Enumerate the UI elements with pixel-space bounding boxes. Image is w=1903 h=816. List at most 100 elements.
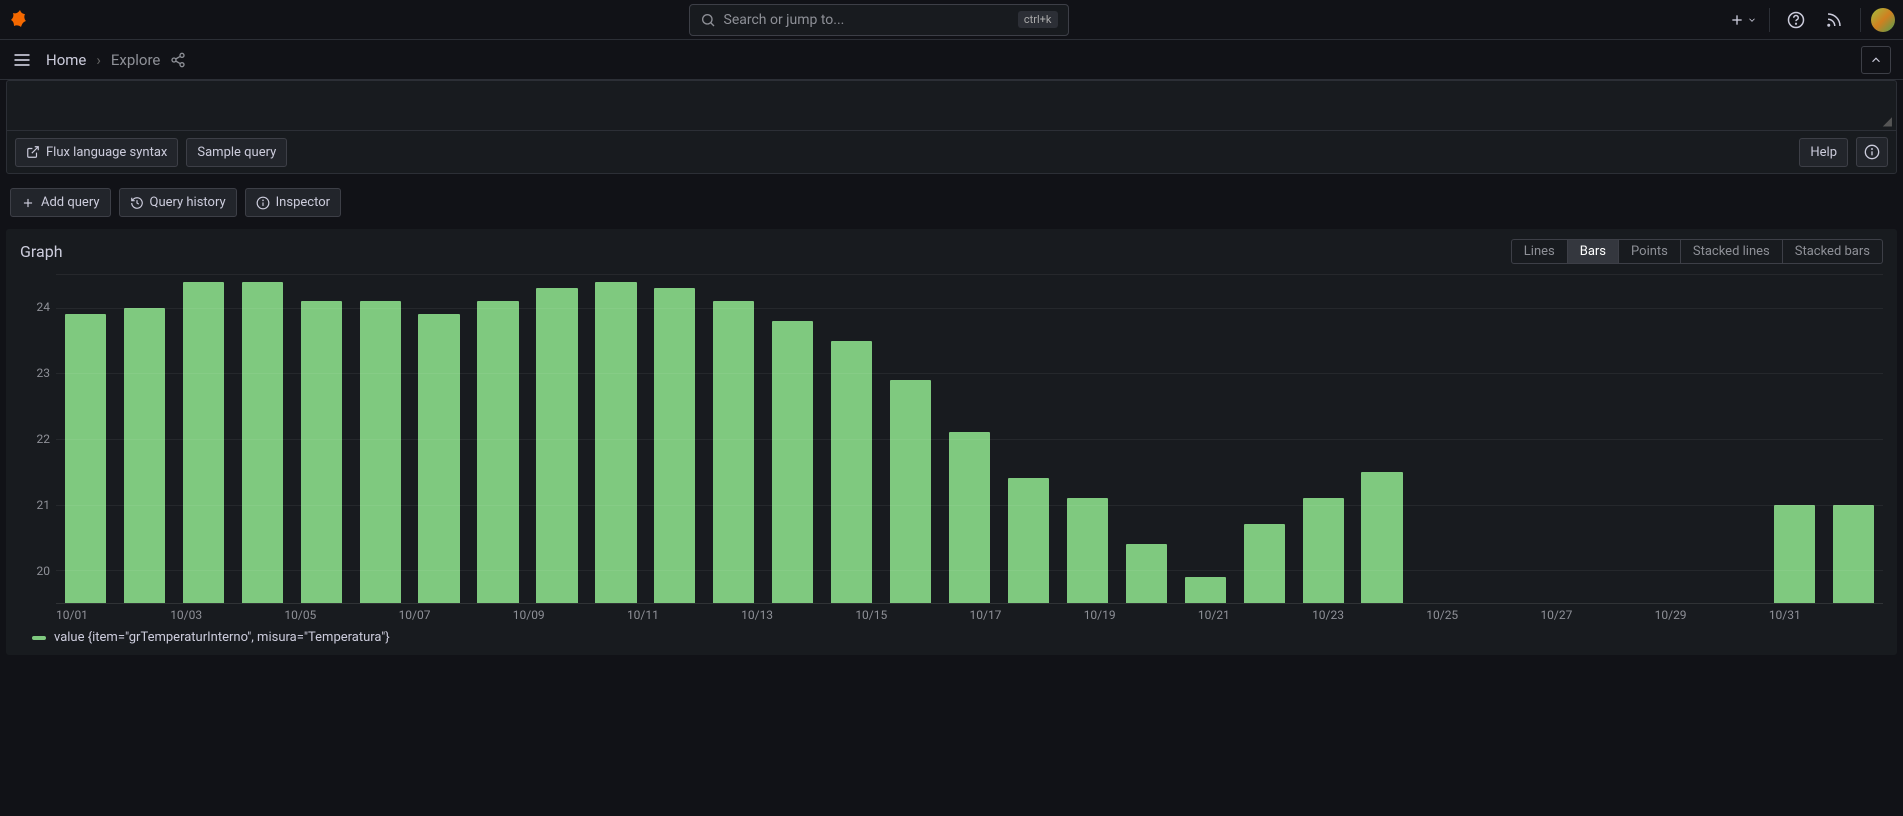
x-tick: 10/19 (1084, 608, 1198, 622)
nav-icons (1727, 6, 1895, 34)
search-placeholder: Search or jump to... (724, 12, 1018, 28)
chart-bar[interactable] (1008, 478, 1049, 603)
x-tick: 10/23 (1312, 608, 1426, 622)
chart-bar[interactable] (183, 282, 224, 603)
legend-swatch (32, 636, 46, 640)
x-tick: 10/07 (399, 608, 513, 622)
x-tick: 10/09 (513, 608, 627, 622)
x-tick: 10/25 (1426, 608, 1540, 622)
page-bar: Home › Explore (0, 40, 1903, 80)
flux-syntax-label: Flux language syntax (46, 145, 167, 160)
query-footer: Flux language syntax Sample query Help (7, 131, 1896, 173)
breadcrumb-home[interactable]: Home (46, 51, 86, 69)
grid-line (56, 308, 1883, 309)
x-tick: 10/05 (284, 608, 398, 622)
y-tick: 24 (37, 300, 51, 314)
resize-handle-icon[interactable]: ◢ (1883, 114, 1892, 128)
query-history-button[interactable]: Query history (119, 188, 237, 217)
query-editor-panel: ◢ Flux language syntax Sample query Help (6, 80, 1897, 174)
help-label: Help (1810, 145, 1837, 160)
chart-bar[interactable] (1361, 472, 1402, 603)
chart-bar[interactable] (418, 314, 459, 603)
x-tick: 10/17 (970, 608, 1084, 622)
grid-line (56, 505, 1883, 506)
x-tick: 10/11 (627, 608, 741, 622)
y-tick: 23 (37, 366, 51, 380)
chart-bar[interactable] (654, 288, 695, 603)
grafana-logo[interactable] (8, 8, 32, 32)
chart-bar[interactable] (1774, 505, 1815, 603)
chart-bar[interactable] (1185, 577, 1226, 603)
toggle-bars[interactable]: Bars (1568, 240, 1619, 263)
add-query-button[interactable]: Add query (10, 188, 111, 217)
chart-area: 20 21 22 23 24 (20, 274, 1883, 604)
chevron-right-icon: › (96, 51, 101, 69)
chart-bar[interactable] (1244, 524, 1285, 603)
toggle-lines[interactable]: Lines (1512, 240, 1568, 263)
chart-bar[interactable] (713, 301, 754, 603)
chart-bar[interactable] (536, 288, 577, 603)
toggle-stacked-lines[interactable]: Stacked lines (1681, 240, 1783, 263)
search-icon (700, 12, 716, 28)
chart-bar[interactable] (595, 282, 636, 603)
y-tick: 20 (37, 564, 51, 578)
y-tick: 22 (37, 432, 51, 446)
chart-bar[interactable] (949, 432, 990, 603)
graph-header: Graph Lines Bars Points Stacked lines St… (20, 239, 1883, 264)
share-icon[interactable] (170, 52, 186, 68)
flux-syntax-link[interactable]: Flux language syntax (15, 138, 178, 167)
chart-bar[interactable] (65, 314, 106, 603)
grid-line (56, 439, 1883, 440)
inspector-label: Inspector (276, 195, 330, 210)
graph-title: Graph (20, 242, 63, 261)
inspector-button[interactable]: Inspector (245, 188, 341, 217)
x-tick: 10/27 (1540, 608, 1654, 622)
chart-bar[interactable] (477, 301, 518, 603)
x-tick: 10/03 (170, 608, 284, 622)
chart-bar[interactable] (1067, 498, 1108, 603)
x-tick: 10/31 (1769, 608, 1883, 622)
query-history-label: Query history (150, 195, 226, 210)
x-axis: 10/0110/0310/0510/0710/0910/1110/1310/15… (56, 604, 1883, 622)
y-axis: 20 21 22 23 24 (20, 274, 56, 604)
graph-panel: Graph Lines Bars Points Stacked lines St… (6, 229, 1897, 655)
help-button[interactable]: Help (1799, 138, 1848, 167)
sample-query-label: Sample query (197, 145, 276, 160)
x-tick: 10/29 (1655, 608, 1769, 622)
sample-query-button[interactable]: Sample query (186, 138, 287, 167)
y-tick: 21 (37, 498, 51, 512)
query-textarea[interactable]: ◢ (7, 81, 1896, 131)
chart-bar[interactable] (124, 308, 165, 603)
query-tools-row: Add query Query history Inspector (6, 180, 1897, 229)
chart-bar[interactable] (1833, 505, 1874, 603)
help-icon[interactable] (1780, 6, 1812, 34)
collapse-button[interactable] (1861, 46, 1891, 74)
breadcrumb: Home › Explore (46, 51, 160, 69)
top-navbar: Search or jump to... ctrl+k (0, 0, 1903, 40)
toggle-points[interactable]: Points (1619, 240, 1681, 263)
add-query-label: Add query (41, 195, 100, 210)
global-search[interactable]: Search or jump to... ctrl+k (689, 4, 1069, 36)
news-icon[interactable] (1818, 6, 1850, 34)
chart-bar[interactable] (1126, 544, 1167, 603)
add-button[interactable] (1727, 6, 1759, 34)
chart-legend[interactable]: value {item="grTemperaturInterno", misur… (20, 622, 1883, 645)
breadcrumb-current: Explore (111, 51, 161, 69)
grid-line (56, 373, 1883, 374)
chart-bar[interactable] (1303, 498, 1344, 603)
legend-label: value {item="grTemperaturInterno", misur… (54, 630, 390, 645)
toggle-stacked-bars[interactable]: Stacked bars (1783, 240, 1882, 263)
chart-bar[interactable] (360, 301, 401, 603)
chart-bar[interactable] (242, 282, 283, 603)
chart-bar[interactable] (301, 301, 342, 603)
chart-view-toggles: Lines Bars Points Stacked lines Stacked … (1511, 239, 1883, 264)
chart-bar[interactable] (831, 341, 872, 603)
chart-bar[interactable] (772, 321, 813, 603)
query-info-button[interactable] (1856, 137, 1888, 167)
x-tick: 10/21 (1198, 608, 1312, 622)
x-tick: 10/01 (56, 608, 170, 622)
user-avatar[interactable] (1871, 8, 1895, 32)
grid-line (56, 570, 1883, 571)
search-shortcut: ctrl+k (1018, 11, 1058, 28)
menu-toggle[interactable] (12, 50, 32, 70)
